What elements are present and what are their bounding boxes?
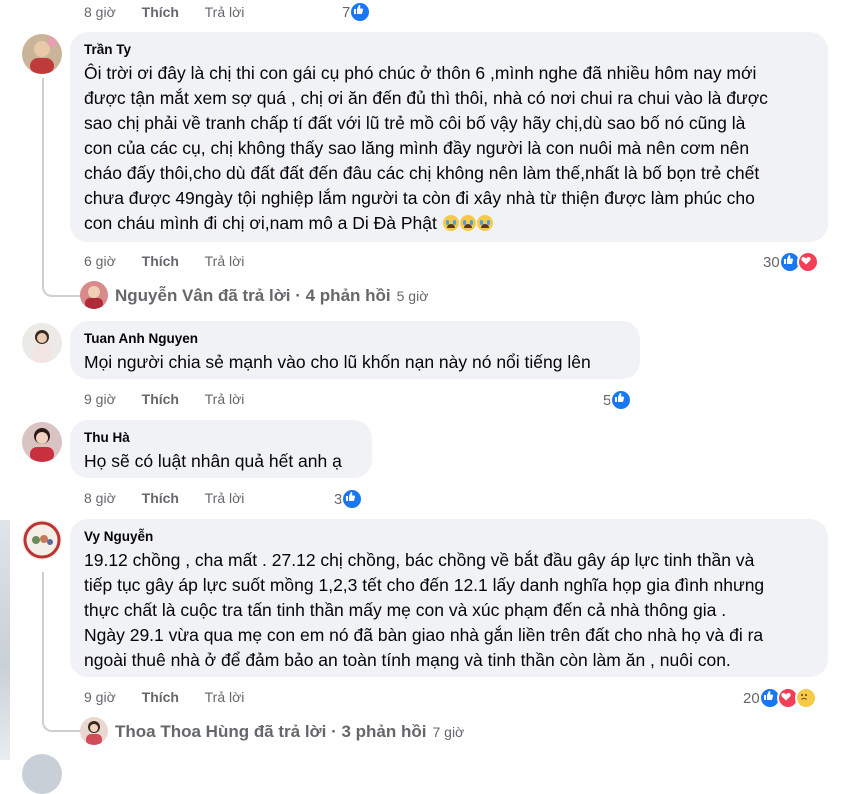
crying-emoji-icon xyxy=(459,215,476,231)
thread-line xyxy=(42,572,44,718)
avatar[interactable] xyxy=(22,422,62,462)
like-button[interactable]: Thích xyxy=(142,689,179,705)
reply-avatar[interactable] xyxy=(80,281,108,309)
comment-time[interactable]: 8 giờ xyxy=(84,490,116,506)
thread-elbow xyxy=(42,716,82,732)
reaction-number: 30 xyxy=(763,253,780,271)
comment-text: 19.12 chồng , cha mất . 27.12 chị chồng,… xyxy=(84,550,765,670)
background-strip xyxy=(0,520,10,760)
comment-author[interactable]: Trần Ty xyxy=(84,41,816,59)
comment-text: Ôi trời ơi đây là chị thi con gái cụ phó… xyxy=(84,61,816,236)
reaction-count[interactable]: 30 xyxy=(763,251,819,273)
comment-author[interactable]: Thu Hà xyxy=(84,429,360,447)
reply-button[interactable]: Trả lời xyxy=(205,490,245,506)
reply-button[interactable]: Trả lời xyxy=(205,689,245,705)
like-button[interactable]: Thích xyxy=(142,391,179,407)
like-icon xyxy=(610,389,633,411)
crying-emoji-icon xyxy=(442,215,459,231)
reaction-number: 20 xyxy=(743,689,760,707)
comment-text: Họ sẽ có luật nhân quả hết anh ạ xyxy=(84,451,342,471)
comment-time[interactable]: 9 giờ xyxy=(84,391,116,407)
love-icon xyxy=(796,251,819,273)
reply-button[interactable]: Trả lời xyxy=(205,4,245,20)
replies-summary[interactable]: Nguyễn Vân đã trả lời · 4 phản hồi xyxy=(115,286,391,306)
replies-time: 5 giờ xyxy=(396,288,429,304)
like-icon xyxy=(349,1,372,23)
avatar[interactable] xyxy=(22,34,62,74)
comment-time[interactable]: 9 giờ xyxy=(84,689,116,705)
view-replies-link[interactable]: Thoa Thoa Hùng đã trả lời · 3 phản hồi 7… xyxy=(115,722,464,742)
like-button[interactable]: Thích xyxy=(142,490,179,506)
reply-button[interactable]: Trả lời xyxy=(205,253,245,269)
thread-elbow xyxy=(42,281,82,297)
comment-text-body: Ôi trời ơi đây là chị thi con gái cụ phó… xyxy=(84,63,768,233)
comment-time[interactable]: 8 giờ xyxy=(84,4,116,20)
comment-bubble: Tuan Anh Nguyen Mọi người chia sẻ mạnh v… xyxy=(70,321,640,379)
like-icon xyxy=(341,488,364,510)
avatar[interactable] xyxy=(22,323,62,363)
reply-avatar[interactable] xyxy=(80,717,108,745)
comment-bubble: Vy Nguyễn 19.12 chồng , cha mất . 27.12 … xyxy=(70,519,828,677)
crying-emoji-icon xyxy=(476,215,493,231)
replies-summary[interactable]: Thoa Thoa Hùng đã trả lời · 3 phản hồi xyxy=(115,722,426,742)
comment-text: Mọi người chia sẻ mạnh vào cho lũ khốn n… xyxy=(84,352,591,372)
comment-actions: 8 giờ Thích Trả lời xyxy=(84,3,266,21)
reaction-count[interactable]: 3 xyxy=(334,488,364,510)
comment-bubble: Thu Hà Họ sẽ có luật nhân quả hết anh ạ xyxy=(70,420,372,478)
reaction-count[interactable]: 7 xyxy=(342,1,372,23)
comment-actions: 9 giờ Thích Trả lời xyxy=(84,688,266,706)
reaction-count[interactable]: 5 xyxy=(603,389,633,411)
comment-author[interactable]: Vy Nguyễn xyxy=(84,528,816,546)
avatar[interactable] xyxy=(22,754,62,794)
reaction-count[interactable]: 20 xyxy=(743,687,817,709)
view-replies-link[interactable]: Nguyễn Vân đã trả lời · 4 phản hồi 5 giờ xyxy=(115,286,428,306)
comment-bubble: Trần Ty Ôi trời ơi đây là chị thi con gá… xyxy=(70,32,828,242)
comment-actions: 8 giờ Thích Trả lời xyxy=(84,489,266,507)
like-button[interactable]: Thích xyxy=(142,253,179,269)
comment-time[interactable]: 6 giờ xyxy=(84,253,116,269)
replies-time: 7 giờ xyxy=(432,724,465,740)
sad-icon xyxy=(794,687,817,709)
reply-button[interactable]: Trả lời xyxy=(205,391,245,407)
thread-line xyxy=(42,78,44,283)
like-button[interactable]: Thích xyxy=(142,4,179,20)
comment-author[interactable]: Tuan Anh Nguyen xyxy=(84,330,628,348)
avatar[interactable] xyxy=(22,520,62,560)
comment-actions: 6 giờ Thích Trả lời xyxy=(84,252,266,270)
comment-actions: 9 giờ Thích Trả lời xyxy=(84,390,266,408)
